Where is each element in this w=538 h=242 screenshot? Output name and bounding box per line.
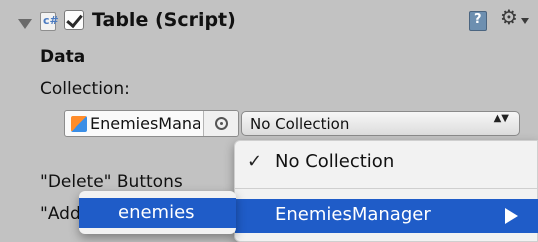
submenu-item-enemies[interactable]: enemies [79,198,236,228]
component-enabled-checkbox[interactable] [64,10,84,30]
help-book-icon[interactable] [469,11,487,31]
popup-arrows-icon: ▲▼ [493,113,509,124]
menu-item-enemies-manager[interactable]: EnemiesManager [235,199,538,233]
collection-popup[interactable]: No Collection ▲▼ [241,111,520,136]
collection-dropdown-menu: ✓ No Collection EnemiesManager [234,140,538,242]
csharp-script-icon: c# [40,12,59,31]
object-picker-icon[interactable] [203,111,238,136]
collection-label: Collection: [40,79,130,99]
data-section-label: Data [40,47,86,67]
delete-buttons-label: "Delete" Buttons [40,172,183,192]
add-buttons-label: "Add [40,204,81,224]
menu-item-label: EnemiesManager [275,204,431,225]
gear-caret-icon[interactable] [521,18,529,24]
collection-object-field[interactable]: EnemiesManager [64,110,239,137]
submenu-item-label: enemies [118,202,195,223]
foldout-triangle-icon[interactable] [18,19,32,29]
menu-item-no-collection[interactable]: ✓ No Collection [235,141,537,186]
submenu-arrow-icon [505,208,518,224]
popup-value: No Collection [250,115,350,133]
menu-separator [235,188,537,189]
prefab-cube-icon [71,116,87,132]
object-field-value: EnemiesManager [90,114,200,133]
enemies-submenu: enemies [79,191,236,234]
component-title: Table (Script) [92,9,236,31]
script-badge-text: c# [43,14,59,27]
gear-icon[interactable]: ⚙ [500,7,518,27]
inspector-panel: c# Table (Script) ⚙ Data Collection: Ene… [0,0,538,242]
checkmark-icon: ✓ [247,151,263,172]
menu-item-label: No Collection [275,151,395,172]
